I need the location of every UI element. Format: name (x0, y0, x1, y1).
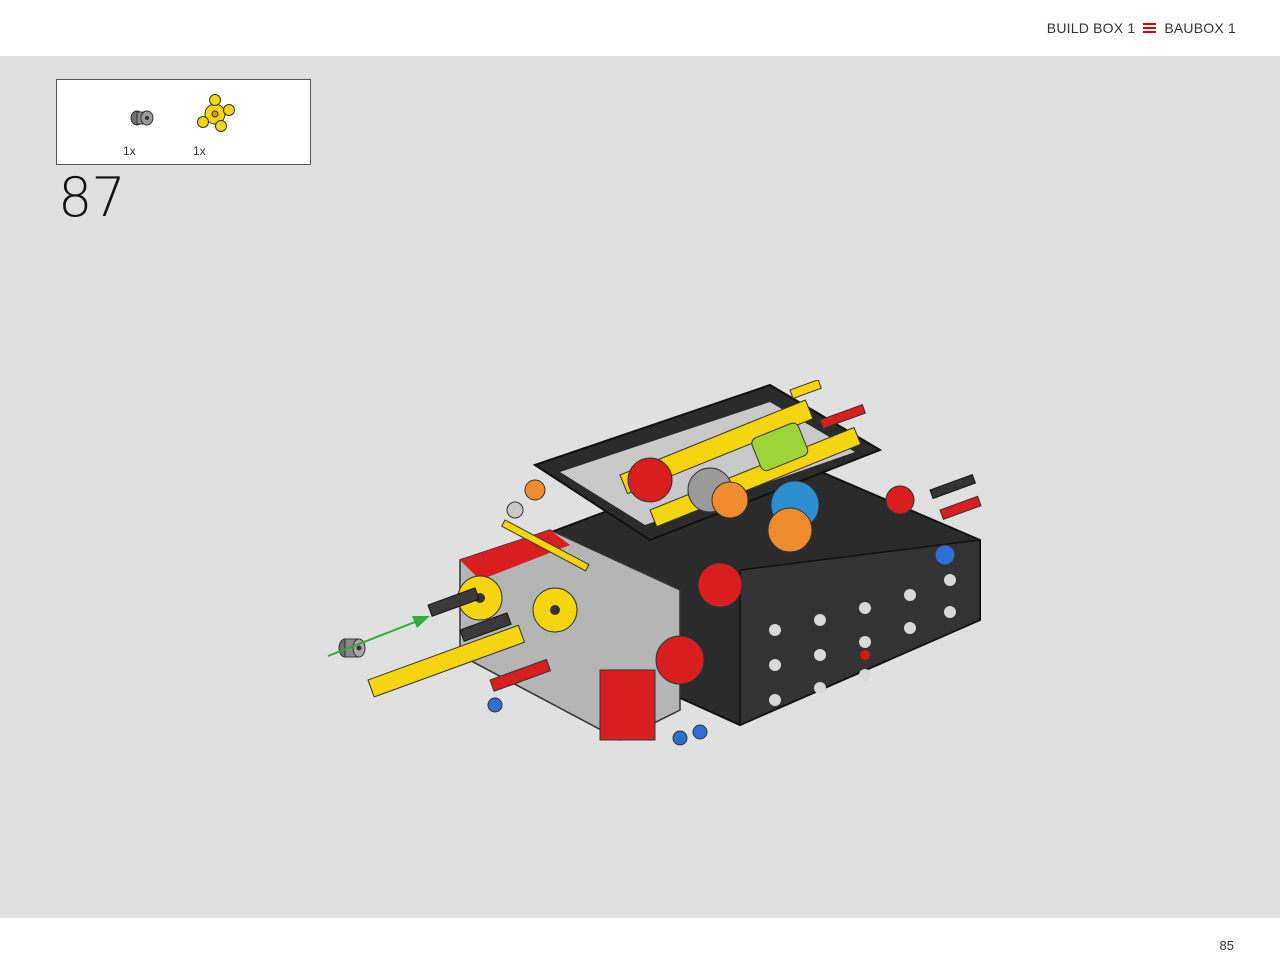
step-number: 87 (58, 166, 126, 229)
part-gray-bush: 1x (123, 88, 183, 158)
yellow-hub-icon (197, 94, 235, 132)
loose-bush-part (338, 638, 366, 658)
part-qty: 1x (123, 144, 136, 158)
part-qty: 1x (193, 144, 206, 158)
page-footer: 85 (0, 918, 1280, 973)
part-yellow-hub: 1x (193, 88, 253, 158)
menu-icon (1143, 23, 1157, 33)
gray-bush-icon (130, 110, 154, 126)
build-box-text: BUILD BOX 1 (1046, 20, 1136, 36)
gearbox-model-illustration (327, 380, 982, 746)
page-header: BUILD BOX 1 BAUBOX 1 (0, 0, 1280, 56)
baubox-text: BAUBOX 1 (1164, 20, 1236, 36)
page-number: 85 (1219, 938, 1234, 953)
parts-callout: 1x 1x (56, 79, 311, 165)
build-box-label: BUILD BOX 1 BAUBOX 1 (1047, 20, 1236, 36)
